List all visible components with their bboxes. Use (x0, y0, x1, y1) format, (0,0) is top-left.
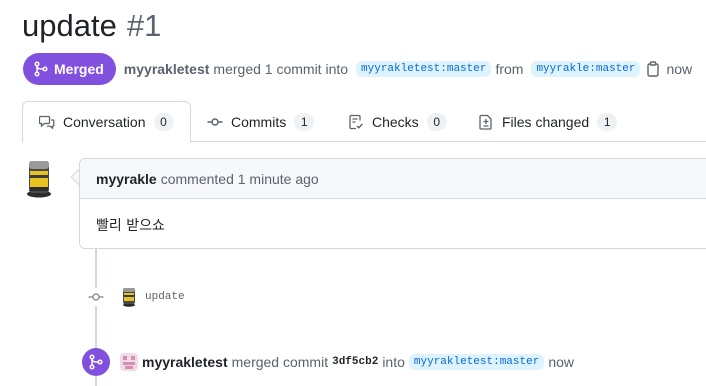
tab-checks[interactable]: Checks 0 (348, 101, 447, 142)
git-merge-icon (34, 61, 48, 77)
tab-conversation-count: 0 (153, 113, 174, 131)
comment-body: 빨리 받으쇼 (96, 218, 165, 234)
merge-event-badge (82, 348, 110, 376)
pr-title: update (22, 8, 117, 43)
base-branch[interactable]: myyrakletest:master (356, 61, 492, 77)
git-commit-icon (207, 117, 223, 126)
merger-avatar[interactable] (120, 353, 138, 371)
commit-item: update (87, 286, 185, 308)
pr-meta: Merged myyrakletest merged 1 commit into… (23, 53, 696, 85)
tab-checks-count: 0 (426, 112, 447, 131)
merge-event: myyrakletest merged commit 3df5cb2 into … (82, 348, 574, 376)
comment-author-link[interactable]: myyrakle (96, 171, 157, 187)
tab-commits-label: Commits (231, 113, 287, 130)
commit-message-link[interactable]: update (145, 291, 185, 303)
pr-author-link[interactable]: myyrakletest (124, 61, 210, 77)
tab-files-changed-label: Files changed (502, 113, 590, 130)
comment-discussion-icon (39, 115, 55, 130)
git-merge-icon (89, 354, 103, 370)
head-branch[interactable]: myyrakle:master (531, 61, 641, 77)
tab-files-changed[interactable]: Files changed 1 (478, 101, 618, 142)
merge-commit-sha[interactable]: 3df5cb2 (332, 356, 378, 368)
git-commit-icon (87, 288, 105, 306)
comment-header: myyrakle commented 1 minute ago (80, 159, 706, 199)
comment-box: myyrakle commented 1 minute ago 빨리 받으쇼 (79, 158, 706, 249)
merge-into-text: into (382, 354, 405, 370)
merger-user-link[interactable]: myyrakletest (142, 354, 228, 370)
merge-target-branch[interactable]: myyrakletest:master (408, 354, 545, 370)
tab-commits-count: 1 (294, 112, 315, 131)
file-diff-icon (479, 114, 492, 130)
pr-time: now (666, 61, 693, 77)
tab-checks-label: Checks (372, 113, 419, 130)
comment-meta: commented 1 minute ago (160, 170, 319, 187)
pr-tabs: Conversation 0 Commits 1 Checks 0 Files … (22, 101, 706, 143)
tab-conversation[interactable]: Conversation 0 (22, 101, 191, 143)
comment-author-avatar[interactable] (25, 158, 55, 198)
commit-author-avatar[interactable] (121, 287, 137, 307)
checklist-icon (349, 114, 363, 129)
tab-files-changed-count: 1 (597, 112, 618, 131)
from-text: from (495, 61, 524, 77)
pr-title-row: update #1 (22, 8, 161, 48)
merge-time: now (548, 354, 574, 370)
tab-conversation-label: Conversation (63, 114, 146, 130)
tab-commits[interactable]: Commits 1 (207, 101, 315, 142)
merged-state-label: Merged (54, 61, 104, 77)
merge-event-text: merged commit (231, 354, 329, 370)
merged-state-badge: Merged (23, 53, 116, 85)
pr-summary-text: merged 1 commit into (213, 61, 349, 77)
pr-number: #1 (126, 8, 162, 43)
copy-branch-icon[interactable] (646, 61, 660, 77)
